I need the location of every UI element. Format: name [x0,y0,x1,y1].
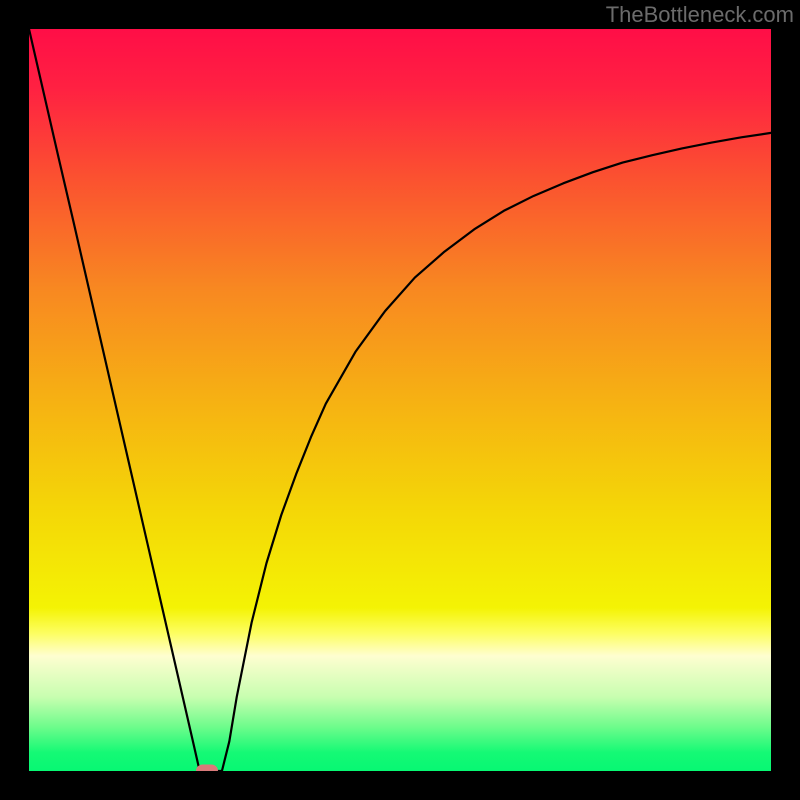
plot-area [29,29,771,771]
curve-layer [29,29,771,771]
watermark-label: TheBottleneck.com [606,2,794,28]
minimum-marker [196,765,218,772]
bottleneck-curve [29,29,771,771]
chart-frame: TheBottleneck.com [0,0,800,800]
